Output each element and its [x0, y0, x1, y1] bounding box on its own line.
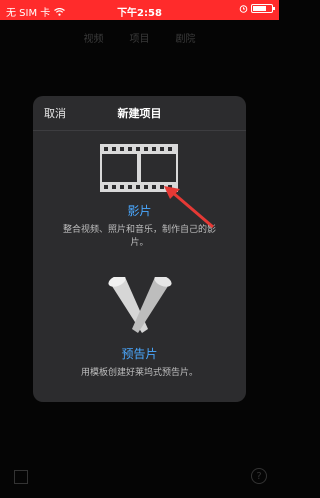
movie-option[interactable]: 影片 整合视频、照片和音乐，制作自己的影片。: [33, 136, 246, 271]
background-tabs: 视频 项目 剧院: [0, 30, 279, 45]
tab-theater[interactable]: 剧院: [176, 30, 196, 45]
status-time: 下午2:58: [117, 8, 162, 19]
battery-icon: [251, 4, 275, 13]
tab-projects[interactable]: 项目: [130, 30, 150, 45]
trailer-description: 用模板创建好莱坞式预告片。: [80, 368, 198, 378]
tab-video[interactable]: 视频: [84, 30, 104, 45]
help-icon[interactable]: ?: [251, 468, 267, 484]
trailer-option[interactable]: 预告片 用模板创建好莱坞式预告片。: [33, 271, 246, 391]
spotlights-icon: [108, 277, 172, 333]
movie-description: 整合视频、照片和音乐，制作自己的影片。: [62, 225, 216, 248]
new-project-dialog: 取消 新建项目 影片 整合视频、照片和音乐，制作自己的影片。 预告片 用模板创建…: [33, 96, 246, 402]
trailer-label: 预告片: [121, 347, 158, 361]
alarm-icon: [239, 5, 248, 13]
status-bar: 无 SIM 卡 下午2:58: [0, 0, 279, 20]
dialog-title: 新建项目: [117, 107, 162, 120]
import-icon[interactable]: [14, 470, 28, 484]
film-strip-icon: [100, 144, 178, 192]
status-right: [239, 4, 275, 13]
battery-fill: [253, 6, 266, 11]
dialog-header: 取消 新建项目: [33, 96, 246, 130]
background-toolbar: ?: [0, 458, 279, 498]
header-divider: [33, 130, 246, 131]
movie-label: 影片: [127, 204, 152, 218]
